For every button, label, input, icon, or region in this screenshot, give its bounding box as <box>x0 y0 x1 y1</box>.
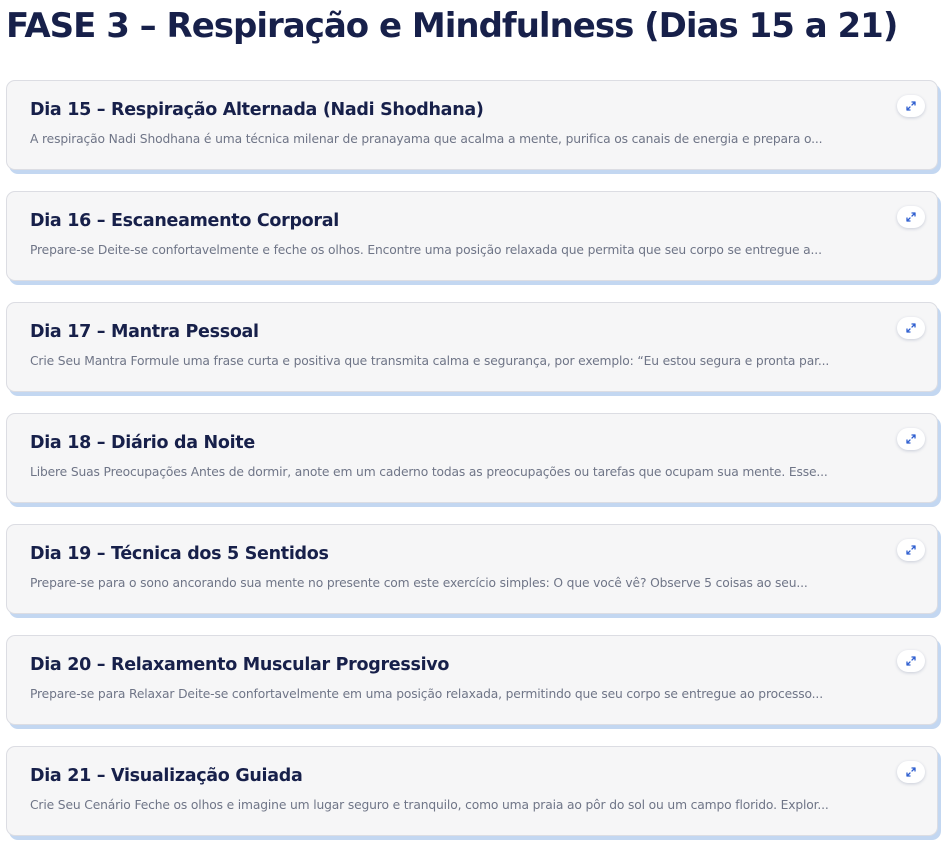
day-card-title: Dia 17 – Mantra Pessoal <box>30 322 259 342</box>
day-card[interactable]: Dia 18 – Diário da Noite Libere Suas Pre… <box>6 413 938 503</box>
day-card[interactable]: Dia 15 – Respiração Alternada (Nadi Shod… <box>6 80 938 170</box>
expand-button[interactable] <box>897 761 925 783</box>
day-card[interactable]: Dia 17 – Mantra Pessoal Crie Seu Mantra … <box>6 302 938 392</box>
day-card-title: Dia 18 – Diário da Noite <box>30 433 255 453</box>
expand-icon <box>906 767 916 777</box>
day-card-title: Dia 19 – Técnica dos 5 Sentidos <box>30 544 329 564</box>
expand-icon <box>906 545 916 555</box>
expand-button[interactable] <box>897 317 925 339</box>
day-card-title: Dia 21 – Visualização Guiada <box>30 766 303 786</box>
day-card-excerpt: Prepare-se para Relaxar Deite-se confort… <box>30 687 823 701</box>
day-card-excerpt: Crie Seu Mantra Formule uma frase curta … <box>30 354 830 368</box>
day-card[interactable]: Dia 19 – Técnica dos 5 Sentidos Prepare-… <box>6 524 938 614</box>
expand-button[interactable] <box>897 95 925 117</box>
day-card-title: Dia 16 – Escaneamento Corporal <box>30 211 339 231</box>
expand-icon <box>906 323 916 333</box>
expand-icon <box>906 212 916 222</box>
page-title: FASE 3 – Respiração e Mindfulness (Dias … <box>6 6 898 46</box>
day-card-excerpt: Libere Suas Preocupações Antes de dormir… <box>30 465 828 479</box>
day-card-list: Dia 15 – Respiração Alternada (Nadi Shod… <box>6 80 940 845</box>
expand-button[interactable] <box>897 539 925 561</box>
expand-button[interactable] <box>897 428 925 450</box>
day-card-excerpt: Prepare-se para o sono ancorando sua men… <box>30 576 808 590</box>
day-card[interactable]: Dia 16 – Escaneamento Corporal Prepare-s… <box>6 191 938 281</box>
day-card-title: Dia 15 – Respiração Alternada (Nadi Shod… <box>30 100 484 120</box>
expand-button[interactable] <box>897 650 925 672</box>
expand-icon <box>906 656 916 666</box>
day-card-title: Dia 20 – Relaxamento Muscular Progressiv… <box>30 655 450 675</box>
day-card-excerpt: A respiração Nadi Shodhana é uma técnica… <box>30 132 823 146</box>
day-card[interactable]: Dia 20 – Relaxamento Muscular Progressiv… <box>6 635 938 725</box>
expand-icon <box>906 101 916 111</box>
day-card-excerpt: Prepare-se Deite-se confortavelmente e f… <box>30 243 822 257</box>
day-card-excerpt: Crie Seu Cenário Feche os olhos e imagin… <box>30 798 829 812</box>
expand-icon <box>906 434 916 444</box>
page: FASE 3 – Respiração e Mindfulness (Dias … <box>0 0 946 845</box>
day-card[interactable]: Dia 21 – Visualização Guiada Crie Seu Ce… <box>6 746 938 836</box>
expand-button[interactable] <box>897 206 925 228</box>
